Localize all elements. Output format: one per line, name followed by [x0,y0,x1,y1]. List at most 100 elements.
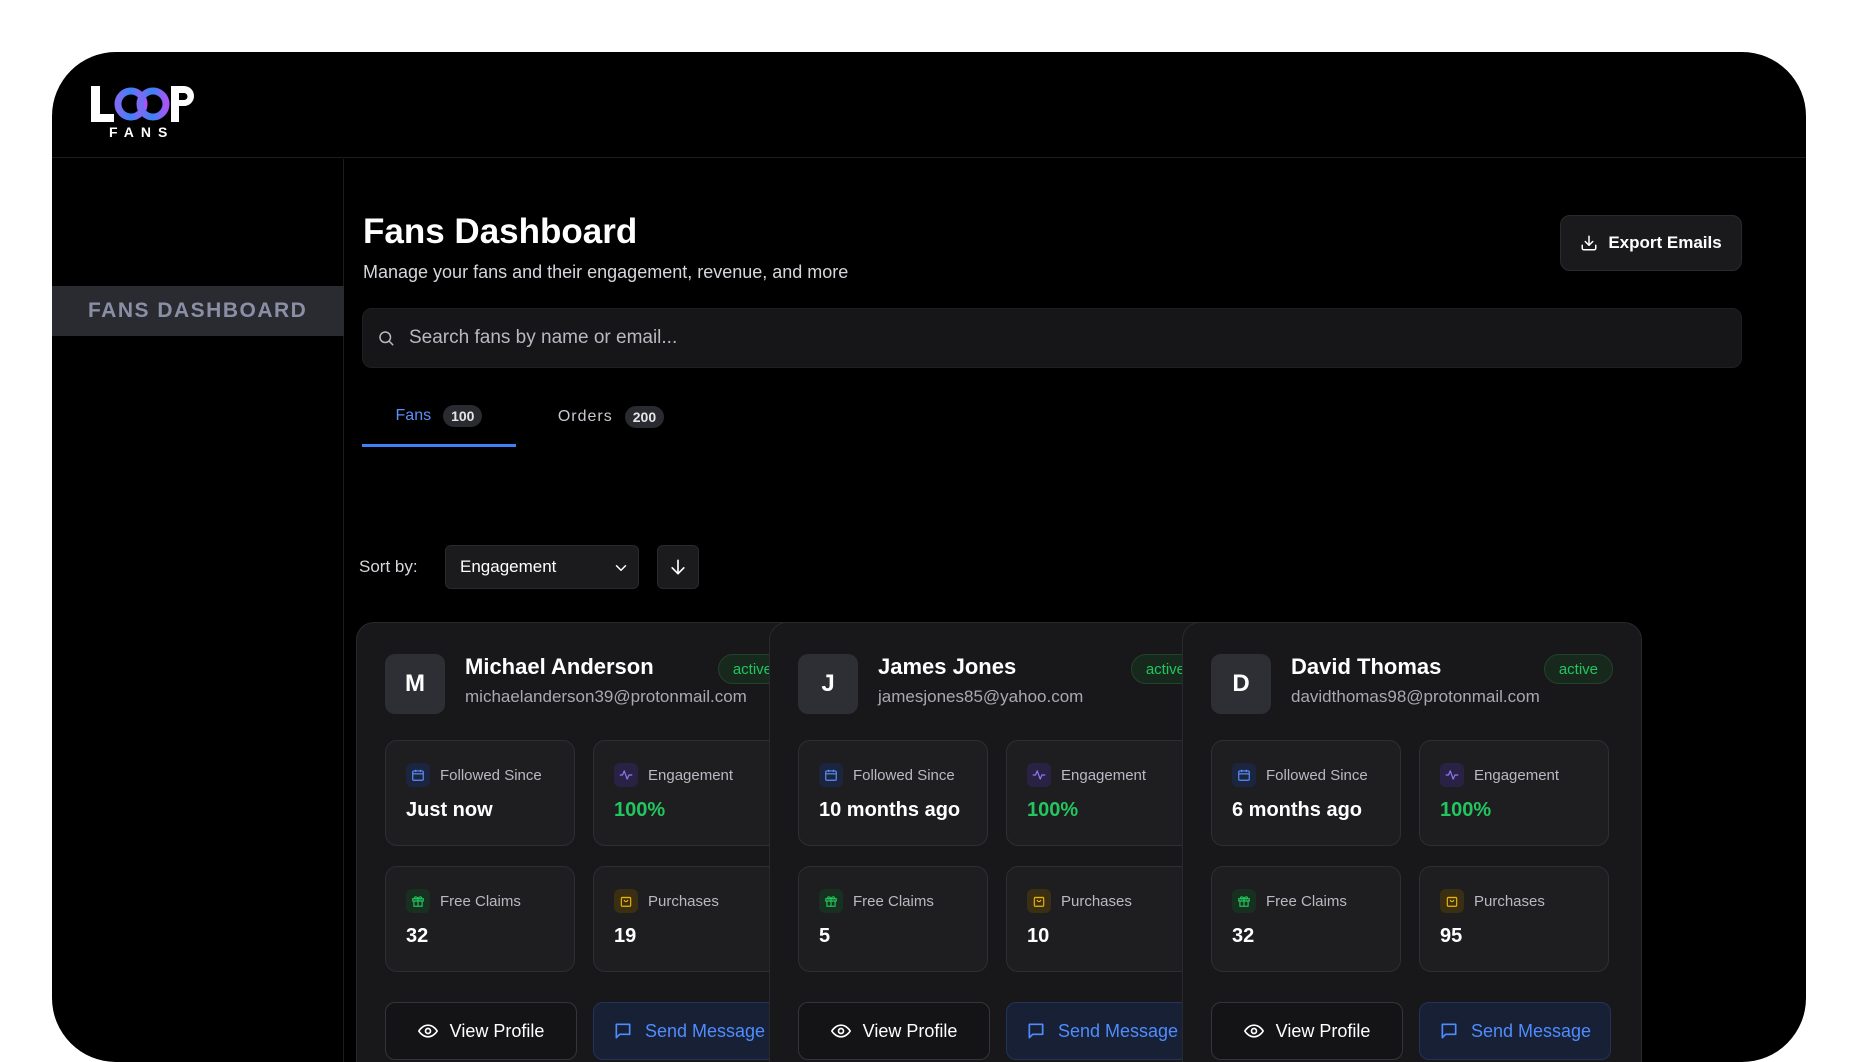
chevron-down-icon [615,565,627,571]
activity-icon [614,763,638,787]
tab-bar: Fans 100 Orders 200 [362,387,762,449]
message-icon [1028,1023,1044,1039]
stat-value: Just now [406,799,493,821]
tab-fans[interactable]: Fans 100 [362,387,516,447]
send-message-label: Send Message [1470,1020,1592,1041]
main-content: Fans Dashboard Manage your fans and thei… [344,159,1806,1062]
fan-name: Michael Anderson [465,654,654,679]
stat-value: 32 [406,925,429,947]
stat-label: Engagement [1061,766,1147,784]
stat-label: Followed Since [853,766,955,784]
stat-engagement: Engagement 100% [1419,740,1609,846]
stat-value: 100% [1440,799,1492,821]
sort-controls: Sort by: Engagement [359,545,759,589]
tab-fans-count: 100 [443,404,483,427]
fan-name: James Jones [878,654,1017,679]
stat-followed-since: Followed Since 6 months ago [1211,740,1401,846]
tab-orders-label: Orders [557,408,613,425]
fan-email: michaelanderson39@protonmail.com [465,687,747,706]
fan-name: David Thomas [1291,654,1442,679]
stat-free-claims: Free Claims 32 [1211,866,1401,972]
sidebar: FANS DASHBOARD [52,159,344,1062]
calendar-icon [1232,763,1256,787]
stat-value: 19 [614,925,637,947]
eye-icon [417,1024,438,1038]
eye-icon [1243,1024,1264,1038]
view-profile-button[interactable]: View Profile [798,1002,990,1060]
stat-label: Purchases [1061,892,1132,910]
gift-icon [819,889,843,913]
stat-value: 10 months ago [819,799,961,821]
stat-followed-since: Followed Since 10 months ago [798,740,988,846]
stat-followed-since: Followed Since Just now [385,740,575,846]
fan-card: D David Thomas davidthomas98@protonmail.… [1182,622,1642,1062]
stat-engagement: Engagement 100% [593,740,783,846]
avatar: J [798,654,858,714]
message-icon [1441,1023,1457,1039]
sort-label: Sort by: [359,557,418,576]
stat-value: 100% [614,799,666,821]
stat-value: 6 months ago [1232,799,1363,821]
shopping-bag-icon [614,889,638,913]
stat-label: Free Claims [1266,892,1347,910]
stat-purchases: Purchases 95 [1419,866,1609,972]
view-profile-label: View Profile [862,1020,958,1041]
search-input[interactable] [409,327,1709,349]
search-icon [379,331,394,346]
activity-icon [1027,763,1051,787]
export-emails-button[interactable]: Export Emails [1560,215,1742,271]
sort-select[interactable]: Engagement [445,545,639,589]
arrow-down-icon [671,559,685,575]
stat-label: Free Claims [440,892,521,910]
stat-value: 5 [819,925,831,947]
page-title: Fans Dashboard [363,212,638,251]
top-bar: FANS [52,52,1806,158]
download-icon [1581,235,1597,251]
stat-value: 32 [1232,925,1255,947]
send-message-button[interactable]: Send Message [593,1002,785,1060]
tab-fans-label: Fans [395,406,432,424]
shopping-bag-icon [1440,889,1464,913]
search-bar [362,308,1742,368]
view-profile-label: View Profile [1275,1020,1371,1041]
stat-label: Followed Since [1266,766,1368,784]
stat-purchases: Purchases 19 [593,866,783,972]
calendar-icon [819,763,843,787]
export-emails-label: Export Emails [1608,233,1722,252]
avatar: M [385,654,445,714]
tab-orders-count: 200 [624,406,665,428]
gift-icon [1232,889,1256,913]
send-message-button[interactable]: Send Message [1006,1002,1198,1060]
shopping-bag-icon [1027,889,1051,913]
fan-card: M Michael Anderson michaelanderson39@pro… [356,622,816,1062]
view-profile-button[interactable]: View Profile [1211,1002,1403,1060]
stat-label: Engagement [1474,766,1560,784]
stat-purchases: Purchases 10 [1006,866,1196,972]
sidebar-item-fans-dashboard[interactable]: FANS DASHBOARD [52,286,344,336]
fan-email: jamesjones85@yahoo.com [878,687,1084,706]
page-subtitle: Manage your fans and their engagement, r… [363,262,849,282]
status-badge: active [1543,654,1613,684]
loop-fans-logo[interactable]: FANS [89,80,199,140]
fan-email: davidthomas98@protonmail.com [1291,687,1540,706]
view-profile-label: View Profile [449,1020,545,1041]
send-message-button[interactable]: Send Message [1419,1002,1611,1060]
fan-card: J James Jones jamesjones85@yahoo.com act… [769,622,1229,1062]
send-message-label: Send Message [644,1020,766,1041]
send-message-label: Send Message [1057,1020,1179,1041]
avatar: D [1211,654,1271,714]
app-window: FANS FANS DASHBOARD Fans Dashboard Manag… [52,52,1806,1062]
stat-label: Purchases [648,892,719,910]
stat-value: 95 [1440,925,1463,947]
stat-label: Followed Since [440,766,542,784]
eye-icon [830,1024,851,1038]
gift-icon [406,889,430,913]
view-profile-button[interactable]: View Profile [385,1002,577,1060]
stat-free-claims: Free Claims 5 [798,866,988,972]
stat-free-claims: Free Claims 32 [385,866,575,972]
sort-selected-value: Engagement [460,557,557,576]
activity-icon [1440,763,1464,787]
stat-label: Purchases [1474,892,1545,910]
tab-orders[interactable]: Orders 200 [546,387,676,447]
sort-direction-button[interactable] [657,545,699,589]
